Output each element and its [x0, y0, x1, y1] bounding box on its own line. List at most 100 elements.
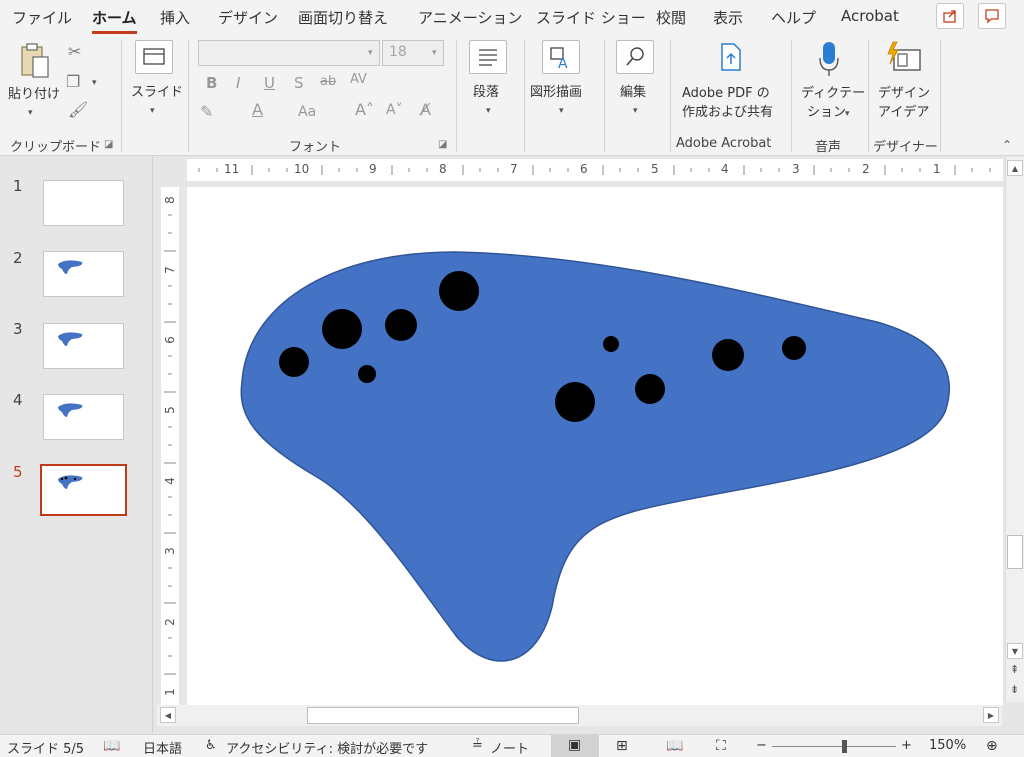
paste-button[interactable]: 貼り付け ▾	[8, 40, 60, 130]
microphone-icon	[819, 42, 839, 76]
next-slide-icon[interactable]: ⇟	[1010, 683, 1019, 696]
slideshow-icon[interactable]: ⛶	[716, 738, 726, 754]
ruler-label: 7	[162, 266, 177, 274]
char-spacing-icon[interactable]: AV	[350, 72, 367, 87]
slide-thumbnail[interactable]	[43, 323, 124, 369]
change-case-icon[interactable]: Aa	[298, 104, 316, 120]
slide-thumbnail-selected[interactable]	[40, 464, 127, 516]
notes-button[interactable]: ノート	[490, 738, 529, 757]
dictate-label-line2: ション	[807, 105, 847, 120]
finger-hole[interactable]	[635, 374, 665, 404]
finger-hole[interactable]	[279, 347, 309, 377]
tab-transitions[interactable]: 画面切り替え	[298, 7, 388, 28]
finger-hole[interactable]	[712, 339, 744, 371]
slide-sorter-icon[interactable]: ⊞	[616, 738, 628, 754]
shadow-icon[interactable]: S	[294, 74, 304, 92]
scroll-left-button[interactable]: ◀	[160, 707, 176, 723]
font-name-combo[interactable]	[198, 40, 380, 66]
tab-view[interactable]: 表示	[713, 7, 743, 28]
slide-thumbnail[interactable]	[43, 180, 124, 226]
cut-icon[interactable]: ✂	[68, 42, 81, 61]
finger-hole[interactable]	[555, 382, 595, 422]
slide-counter: スライド 5/5	[7, 742, 85, 757]
acrobat-label-line2: 作成および共有	[682, 105, 774, 120]
spellcheck-icon[interactable]: 📖	[103, 738, 120, 754]
comment-icon	[985, 9, 999, 24]
zoom-slider-thumb[interactable]	[842, 740, 847, 753]
thumbnail-number: 3	[13, 320, 23, 338]
chevron-down-icon[interactable]: ▾	[92, 78, 97, 88]
tab-home[interactable]: ホーム	[92, 7, 137, 34]
tab-design[interactable]: デザイン	[218, 7, 278, 28]
zoom-slider[interactable]	[772, 746, 896, 747]
menu-bar: ファイル ホーム 挿入 デザイン 画面切り替え アニメーション スライド ショー…	[0, 0, 1024, 34]
format-painter-icon[interactable]: 🖌	[68, 100, 88, 119]
paragraph-button[interactable]: 段落 ▾	[465, 40, 515, 130]
editing-button[interactable]: 編集 ▾	[612, 40, 662, 130]
accessibility-status[interactable]: アクセシビリティ: 検討が必要です	[226, 738, 428, 757]
dictate-button[interactable]: ディクテー ション ▾	[797, 40, 865, 130]
slide-canvas[interactable]	[187, 187, 1003, 705]
finger-hole[interactable]	[782, 336, 806, 360]
share-button[interactable]	[936, 3, 964, 29]
comments-button[interactable]	[978, 3, 1006, 29]
ruler-label: 1	[162, 688, 177, 696]
normal-view-button[interactable]: ▣	[551, 735, 599, 757]
accessibility-icon[interactable]: ♿	[205, 738, 217, 753]
italic-icon[interactable]: I	[236, 74, 240, 92]
scroll-down-button[interactable]: ▼	[1007, 643, 1023, 659]
tab-help[interactable]: ヘルプ	[771, 7, 816, 28]
12	[868, 40, 869, 152]
finger-hole[interactable]	[322, 309, 362, 349]
previous-slide-icon[interactable]: ⇞	[1010, 663, 1019, 676]
bold-icon[interactable]: B	[206, 74, 217, 92]
new-slide-button[interactable]: スライド ▾	[128, 40, 183, 130]
slide-thumbnail[interactable]	[43, 251, 124, 297]
finger-hole[interactable]	[385, 309, 417, 341]
tab-slideshow[interactable]: スライド ショー	[536, 7, 646, 28]
tab-animations[interactable]: アニメーション	[418, 7, 522, 28]
tab-file[interactable]: ファイル	[12, 7, 72, 28]
chevron-down-icon: ▾	[368, 48, 373, 58]
highlight-icon[interactable]: ✎	[200, 102, 213, 121]
collapse-ribbon-icon[interactable]: ⌃	[1002, 138, 1012, 152]
notes-icon[interactable]: ≟	[472, 738, 483, 753]
language-indicator[interactable]: 日本語	[143, 738, 182, 757]
grow-font-icon[interactable]: A˄	[355, 100, 374, 119]
ruler-label: 2	[162, 618, 177, 626]
scroll-thumb[interactable]	[307, 707, 579, 724]
tab-insert[interactable]: 挿入	[160, 7, 190, 28]
finger-hole[interactable]	[603, 336, 619, 352]
ruler-label: 1	[933, 162, 941, 176]
tab-review[interactable]: 校閲	[656, 7, 686, 28]
3	[188, 40, 189, 152]
scroll-thumb[interactable]	[1007, 535, 1023, 569]
zoom-in-button[interactable]: +	[901, 738, 912, 753]
zoom-level[interactable]: 150%	[929, 738, 966, 753]
scroll-right-button[interactable]: ▶	[983, 707, 999, 723]
slide-thumbnail[interactable]	[43, 394, 124, 440]
drawing-button[interactable]: A 図形描画 ▾	[530, 40, 596, 130]
zoom-out-button[interactable]: −	[756, 738, 767, 753]
copy-icon[interactable]: ❐	[66, 72, 80, 91]
create-pdf-button[interactable]: Adobe PDF の 作成および共有	[676, 40, 788, 130]
shrink-font-icon[interactable]: A˅	[386, 102, 403, 118]
ruler-label: 11	[224, 162, 240, 176]
reading-view-icon[interactable]: 📖	[666, 738, 683, 754]
design-ideas-button[interactable]: デザイン アイデア	[874, 40, 936, 130]
scroll-up-button[interactable]: ▲	[1007, 160, 1023, 176]
dialog-launcher-icon[interactable]: ◪	[104, 139, 113, 150]
font-color-icon[interactable]: A	[252, 100, 263, 119]
strikethrough-icon[interactable]: ab	[320, 74, 336, 89]
fit-to-window-icon[interactable]: ⊕	[986, 738, 998, 754]
finger-hole[interactable]	[439, 271, 479, 311]
dialog-launcher-icon[interactable]: ◪	[438, 139, 447, 150]
vertical-scrollbar[interactable]: ▲ ▼ ⇞ ⇟	[1005, 157, 1024, 702]
15	[164, 214, 176, 675]
underline-icon[interactable]: U	[264, 74, 275, 92]
tab-acrobat[interactable]: Acrobat	[841, 7, 899, 25]
horizontal-scrollbar[interactable]: ◀ ▶	[157, 705, 1002, 726]
clear-format-icon[interactable]: A̸	[420, 100, 431, 119]
normal-view-icon: ▣	[568, 737, 582, 753]
finger-hole[interactable]	[358, 365, 376, 383]
